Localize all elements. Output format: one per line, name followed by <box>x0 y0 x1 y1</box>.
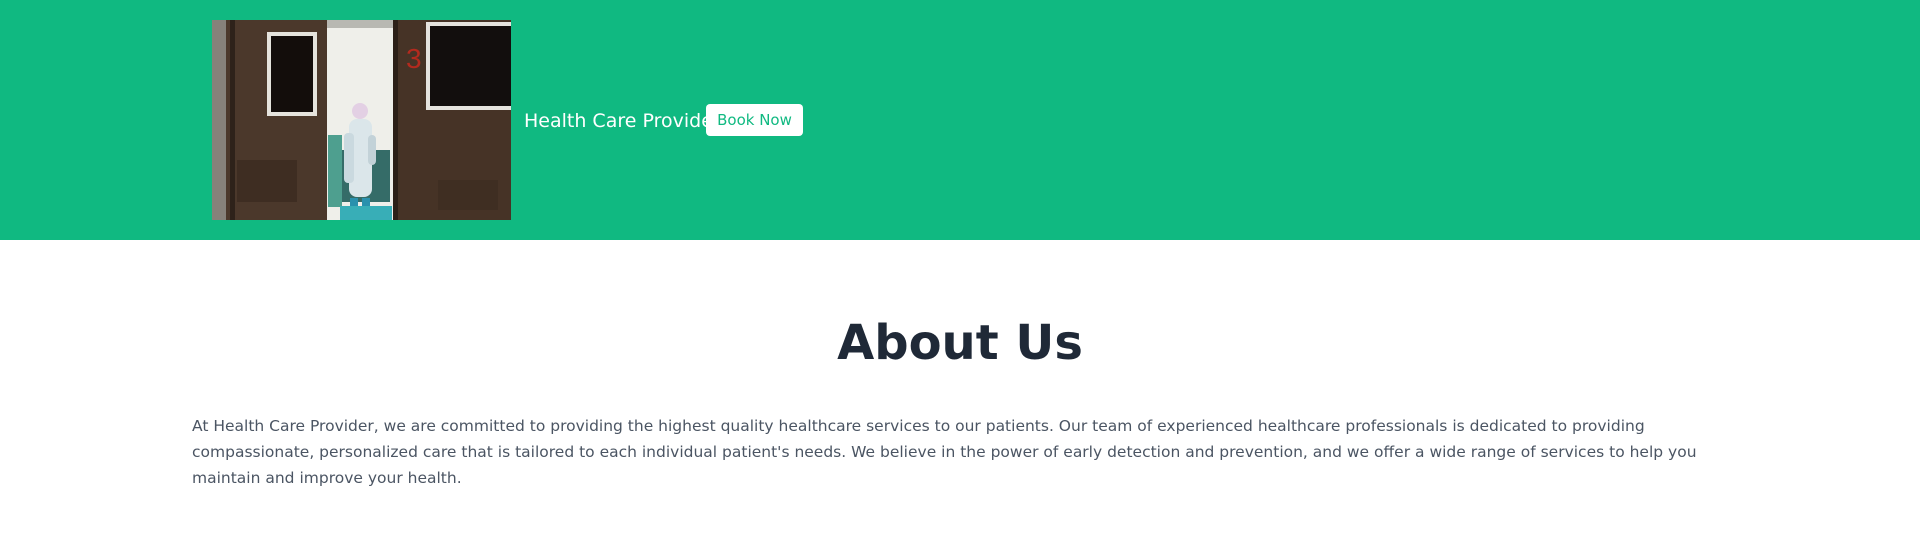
about-section: About Us At Health Care Provider, we are… <box>0 240 1920 560</box>
about-title: About Us <box>837 315 1083 371</box>
door-number: 3 <box>406 43 422 74</box>
hospital-hero-image: 3 <box>212 20 511 220</box>
hospital-door-photo: 3 <box>212 20 511 220</box>
about-description: At Health Care Provider, we are committe… <box>192 417 1697 487</box>
brand-name: Health Care Provider <box>524 110 721 132</box>
site-header: 3 Health Care Provider Book Now <box>0 0 1920 240</box>
book-now-button[interactable]: Book Now <box>706 104 803 136</box>
